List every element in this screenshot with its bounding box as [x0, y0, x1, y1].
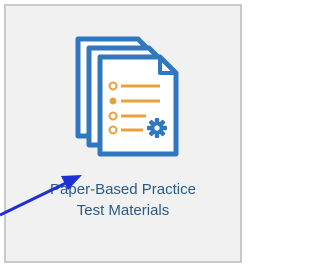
paper-based-practice-test-materials-tile[interactable]: Paper-Based Practice Test Materials — [4, 4, 242, 263]
screenshot: Paper-Based Practice Test Materials — [0, 0, 246, 267]
tile-label-line-1: Paper-Based Practice — [50, 181, 196, 198]
tile-label-line-2: Test Materials — [76, 202, 170, 219]
tile-label: Paper-Based Practice Test Materials — [6, 179, 240, 221]
document-stack-settings-icon — [75, 36, 179, 157]
